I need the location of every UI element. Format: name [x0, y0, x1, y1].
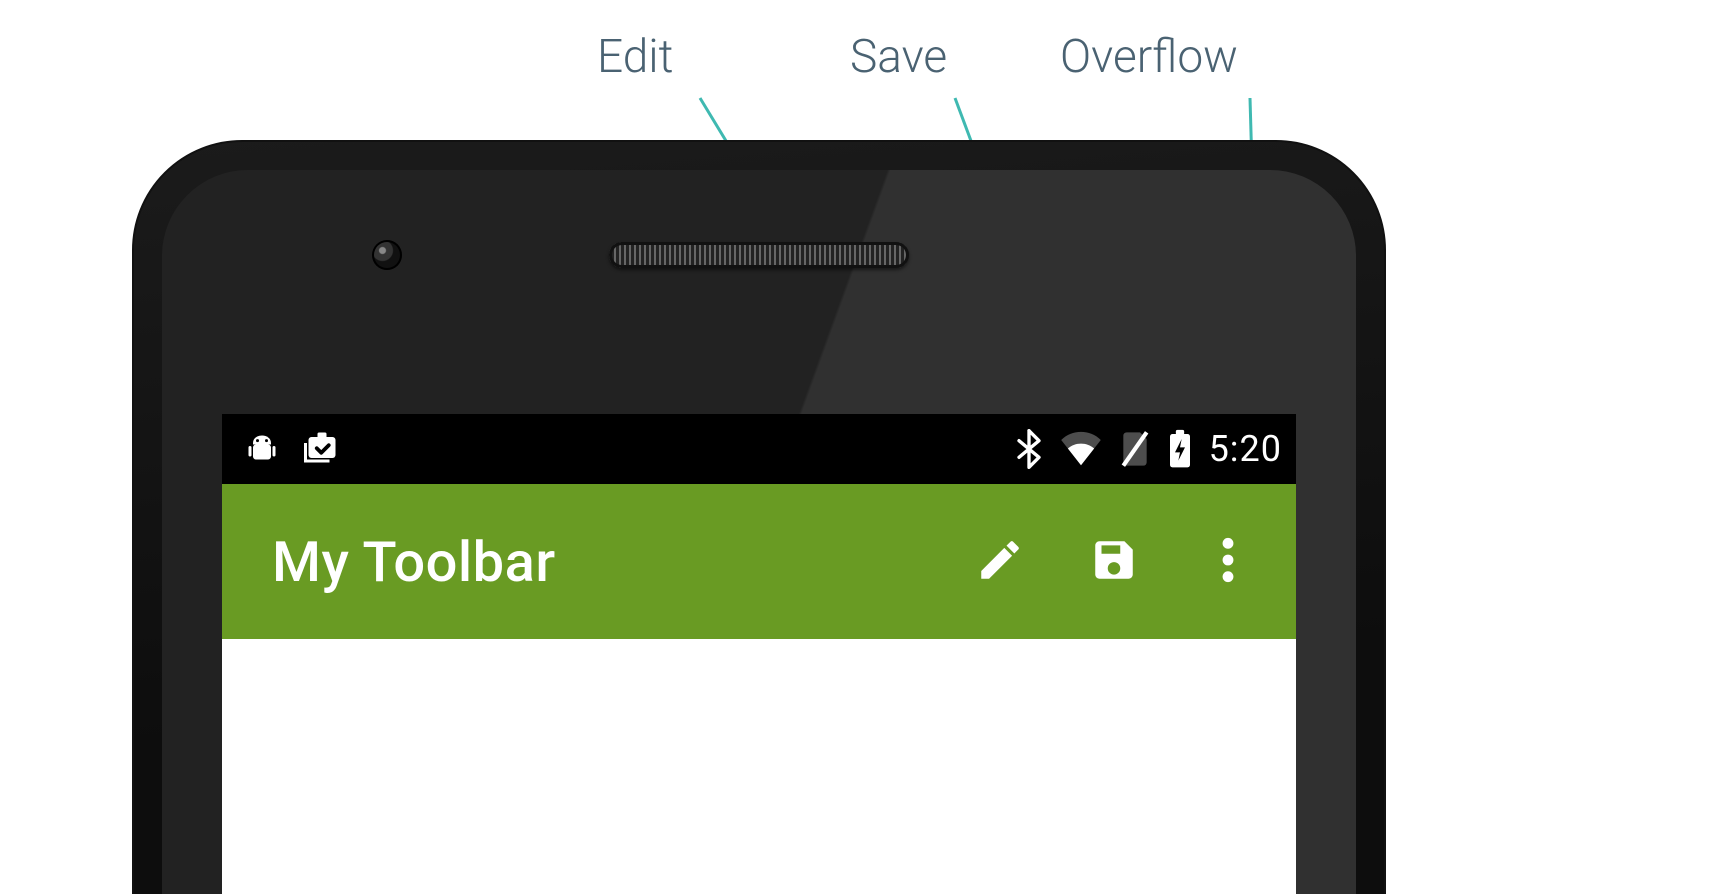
toolbar-title: My Toolbar	[272, 529, 556, 595]
annotation-label-save: Save	[850, 30, 947, 84]
android-head-icon	[244, 431, 280, 467]
phone-camera	[372, 240, 402, 270]
briefcase-check-icon	[298, 431, 340, 467]
more-vert-icon	[1221, 535, 1235, 589]
annotation-label-overflow: Overflow	[1060, 30, 1238, 84]
app-toolbar: My Toolbar	[222, 484, 1296, 639]
pencil-icon	[975, 535, 1025, 589]
annotation-label-edit: Edit	[597, 30, 673, 84]
bluetooth-icon	[1015, 429, 1043, 469]
phone-face: 5:20 My Toolbar	[162, 170, 1356, 894]
battery-charging-icon	[1167, 429, 1193, 469]
no-sim-icon	[1119, 429, 1151, 469]
edit-button[interactable]	[972, 534, 1028, 590]
save-icon	[1089, 535, 1139, 589]
phone-speaker	[609, 242, 909, 268]
app-content-area	[222, 639, 1296, 894]
diagram-stage: Edit Save Overflow	[0, 0, 1720, 894]
wifi-icon	[1059, 431, 1103, 467]
phone-frame: 5:20 My Toolbar	[132, 140, 1386, 894]
android-status-bar: 5:20	[222, 414, 1296, 484]
status-time: 5:20	[1209, 428, 1282, 470]
phone-screen: 5:20 My Toolbar	[222, 414, 1296, 894]
save-button[interactable]	[1086, 534, 1142, 590]
overflow-button[interactable]	[1200, 534, 1256, 590]
